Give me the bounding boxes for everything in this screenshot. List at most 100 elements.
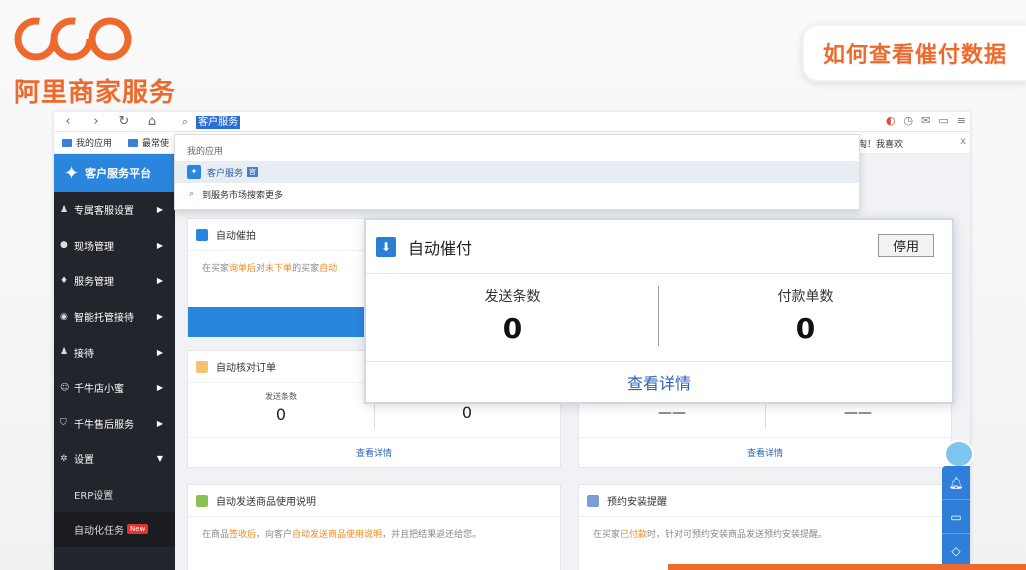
extension-icon[interactable]: ◐: [886, 114, 896, 127]
stat-value: 0: [502, 312, 523, 345]
users-icon: ♟: [60, 204, 69, 215]
mascot-icon[interactable]: [944, 440, 974, 468]
view-details-link[interactable]: 查看详情: [366, 362, 952, 402]
dropdown-more-label: 到服务市场搜索更多: [202, 190, 284, 201]
sidebar-subitem-automation[interactable]: 自动化任务 New: [54, 511, 175, 547]
desc-highlight: 签收后: [229, 530, 257, 540]
gear-icon: ✲: [60, 453, 68, 464]
stat-send: 发送条数 0: [188, 383, 374, 437]
dropdown-app-label: 客户服务: [207, 168, 244, 179]
stat-value: 0: [461, 403, 473, 422]
group-icon: ♟: [60, 347, 69, 358]
more-icon[interactable]: ◇: [942, 534, 970, 568]
chevron-down-icon: ▼: [156, 454, 163, 464]
topic-title-banner: 如何查看催付数据: [802, 24, 1026, 82]
chevron-right-icon: ▶: [156, 276, 163, 286]
card-auto-send-instructions: 自动发送商品使用说明 在商品签收后，向客户自动发送商品使用说明，并且把结果返还给…: [187, 484, 561, 570]
window-icon[interactable]: ▭: [938, 114, 948, 127]
view-details-link[interactable]: 查看详情: [188, 437, 560, 467]
sidebar-item-settings[interactable]: ✲ 设置 ▼: [54, 441, 175, 477]
sidebar-item-smart-hosting[interactable]: ◉ 智能托管接待 ▶: [54, 299, 175, 335]
stat-paid-count: 付款单数 0: [659, 274, 952, 361]
edit-icon: [196, 494, 208, 507]
location-icon: ◉: [60, 311, 68, 322]
bookmark-right[interactable]: 淘！我喜欢: [858, 137, 903, 150]
pin-icon: ●: [60, 240, 68, 251]
card-title: 自动发送商品使用说明: [216, 497, 316, 508]
desc-text: 在买家: [593, 530, 621, 540]
desc-highlight: 自动: [319, 264, 338, 274]
clock-icon: [587, 494, 599, 507]
stat-label: 付款单数: [777, 289, 834, 305]
folder-icon: [128, 138, 139, 147]
stat-value: 0: [275, 405, 287, 424]
chevron-right-icon: ▶: [156, 312, 163, 322]
brand-name: 阿里商家服务: [14, 78, 177, 108]
card-title: 自动核对订单: [216, 363, 276, 374]
bookmark-my-apps[interactable]: 我的应用: [62, 136, 112, 149]
sidebar-header[interactable]: ✦ 客户服务平台: [54, 154, 175, 192]
download-icon: ⬇: [376, 236, 396, 257]
desc-highlight: 已付款: [620, 530, 648, 540]
sidebar-item-service[interactable]: ♦ 服务管理 ▶: [54, 263, 175, 299]
view-details-link[interactable]: 查看详情: [579, 437, 951, 467]
stat-label: 发送条数: [484, 289, 541, 305]
sidebar-item-label: 智能托管接待: [74, 313, 134, 325]
card-title: 预约安装提醒: [607, 497, 667, 508]
sidebar-subitem-label: 自动化任务: [74, 525, 124, 537]
document-icon: [196, 360, 208, 373]
chevron-right-icon: ▶: [156, 347, 163, 357]
sidebar-item-after-sales[interactable]: ⛉ 千牛售后服务 ▶: [54, 406, 175, 442]
chevron-right-icon: ▶: [156, 383, 163, 393]
history-icon[interactable]: ◷: [904, 114, 914, 127]
address-suggestion-dropdown: 我的应用 ✦ 客户服务 官 ⌕ 到服务市场搜索更多: [174, 134, 860, 210]
robot-icon: ☺: [60, 382, 70, 393]
disable-button[interactable]: 停用: [878, 234, 934, 257]
brand-mark-icon: [14, 17, 132, 61]
view-details-label: 查看详情: [746, 449, 783, 459]
topic-title: 如何查看催付数据: [822, 43, 1007, 68]
card-header: 预约安装提醒: [579, 485, 951, 517]
sidebar-item-store-assistant[interactable]: ☺ 千牛店小蜜 ▶: [54, 370, 175, 406]
forward-icon[interactable]: ›: [82, 112, 110, 132]
desc-text: ，向客户: [256, 530, 293, 540]
sidebar-item-label: 现场管理: [74, 241, 114, 253]
chat-icon[interactable]: ▭: [942, 500, 970, 534]
zoom-stats: 发送条数 0 付款单数 0: [366, 274, 952, 362]
brand-logo: 阿里商家服务: [14, 14, 177, 109]
home-icon[interactable]: ⌂: [138, 112, 166, 132]
official-tag: 官: [247, 167, 259, 177]
mail-icon[interactable]: ✉: [921, 114, 930, 127]
download-icon: [196, 228, 208, 241]
sidebar-item-dedicated-cs[interactable]: ♟ 专属客服设置 ▶: [54, 192, 175, 228]
bottom-accent-bar: [668, 564, 1026, 570]
floating-toolbar: 🔔︎ ▭ ◇: [942, 466, 970, 570]
sidebar-subitem-erp[interactable]: ERP设置: [54, 477, 175, 512]
sidebar-item-label: 千牛售后服务: [74, 419, 134, 431]
back-icon[interactable]: ‹: [54, 112, 82, 132]
desc-text: 的买家: [292, 264, 320, 274]
address-text[interactable]: 客户服务: [196, 115, 241, 129]
desc-text: 在商品: [202, 530, 230, 540]
bookmark-label: 我的应用: [76, 139, 113, 149]
menu-icon[interactable]: ≡: [957, 114, 966, 127]
address-bar[interactable]: ⌕ 客户服务: [182, 114, 241, 130]
sidebar-subitem-label: ERP设置: [74, 490, 114, 502]
dropdown-app-item[interactable]: ✦ 客户服务 官: [175, 161, 859, 183]
stat-label: 发送条数: [265, 392, 297, 401]
close-icon[interactable]: x: [960, 136, 966, 147]
stat-send-count: 发送条数 0: [366, 274, 659, 361]
sidebar-item-reception[interactable]: ♟ 接待 ▶: [54, 334, 175, 370]
folder-icon: [62, 138, 72, 147]
refresh-icon[interactable]: ↻: [110, 112, 138, 132]
desc-highlight: 未下单: [265, 264, 293, 274]
sidebar-item-label: 接待: [74, 348, 94, 360]
bookmark-most-used[interactable]: 最常使: [128, 136, 169, 149]
sidebar-item-onsite[interactable]: ● 现场管理 ▶: [54, 228, 175, 264]
desc-text: 在买家: [202, 264, 230, 274]
dropdown-search-more[interactable]: ⌕ 到服务市场搜索更多: [175, 183, 859, 205]
chevron-right-icon: ▶: [156, 240, 163, 250]
notification-icon[interactable]: 🔔︎: [942, 466, 970, 500]
browser-toolbar: ‹ › ↻ ⌂ ⌕ 客户服务 ◐ ◷ ✉ ▭ ≡: [54, 112, 970, 132]
card-install-reminder: 预约安装提醒 在买家已付款时，针对可预约安装商品发送预约安装提醒。: [578, 484, 952, 570]
